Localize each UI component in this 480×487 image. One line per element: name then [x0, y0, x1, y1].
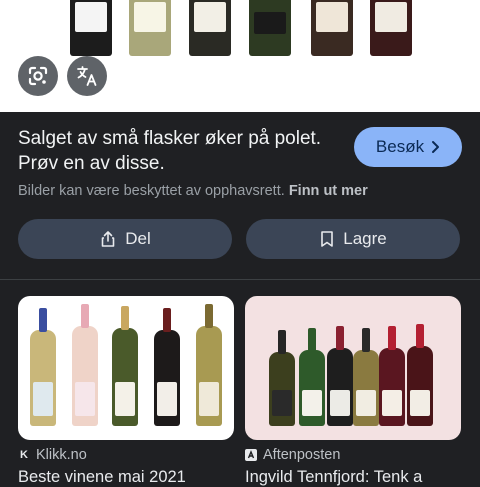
visit-label: Besøk: [375, 137, 425, 156]
visit-button[interactable]: Besøk: [354, 127, 462, 167]
copyright-text: Bilder kan være beskyttet av opphavsrett…: [18, 183, 285, 199]
wine-bottle: [327, 326, 353, 426]
wine-bottle: [196, 304, 222, 426]
image-title: Salget av små flasker øker på polet. Prø…: [18, 128, 322, 174]
wine-bottle: [370, 0, 412, 56]
related-image-card[interactable]: [245, 296, 461, 440]
wine-bottle: [129, 0, 171, 56]
google-lens-button[interactable]: [18, 56, 58, 96]
related-caption[interactable]: Beste vinene mai 2021: [18, 468, 186, 487]
save-button[interactable]: Lagre: [246, 219, 460, 259]
copyright-notice: Bilder kan være beskyttet av opphavsrett…: [18, 183, 368, 199]
wine-bottle: [72, 304, 98, 426]
google-lens-icon: [28, 66, 48, 86]
source-name: Aftenposten: [263, 447, 341, 463]
section-divider: [0, 279, 480, 280]
translate-button[interactable]: [67, 56, 107, 96]
share-button[interactable]: Del: [18, 219, 232, 259]
related-caption[interactable]: Ingvild Tennfjord: Tenk a: [245, 468, 422, 487]
source-name: Klikk.no: [36, 447, 87, 463]
result-image[interactable]: [0, 0, 480, 112]
wine-bottle: [299, 328, 325, 426]
bookmark-icon: [321, 231, 334, 247]
wine-bottle: [353, 328, 379, 426]
wine-bottle: [30, 308, 56, 426]
chevron-right-icon: [432, 141, 440, 153]
wine-bottle: [154, 308, 180, 426]
wine-bottle: [311, 0, 353, 56]
source-klikk[interactable]: K Klikk.no: [18, 447, 87, 463]
wine-bottle: [112, 306, 138, 426]
wine-bottle: [249, 0, 291, 56]
aftenposten-logo-icon: [245, 449, 257, 461]
wine-bottle: [189, 0, 231, 56]
wine-bottle: [70, 0, 112, 56]
translate-icon: [77, 66, 97, 86]
share-icon: [101, 231, 115, 247]
learn-more-link[interactable]: Finn ut mer: [289, 183, 368, 199]
wine-bottle: [379, 326, 405, 426]
share-label: Del: [125, 229, 151, 248]
related-image-card[interactable]: [18, 296, 234, 440]
source-aftenposten[interactable]: Aftenposten: [245, 447, 340, 463]
wine-bottle: [407, 324, 433, 426]
klikk-logo-icon: K: [20, 449, 28, 461]
wine-bottle: [269, 330, 295, 426]
save-label: Lagre: [343, 229, 387, 248]
